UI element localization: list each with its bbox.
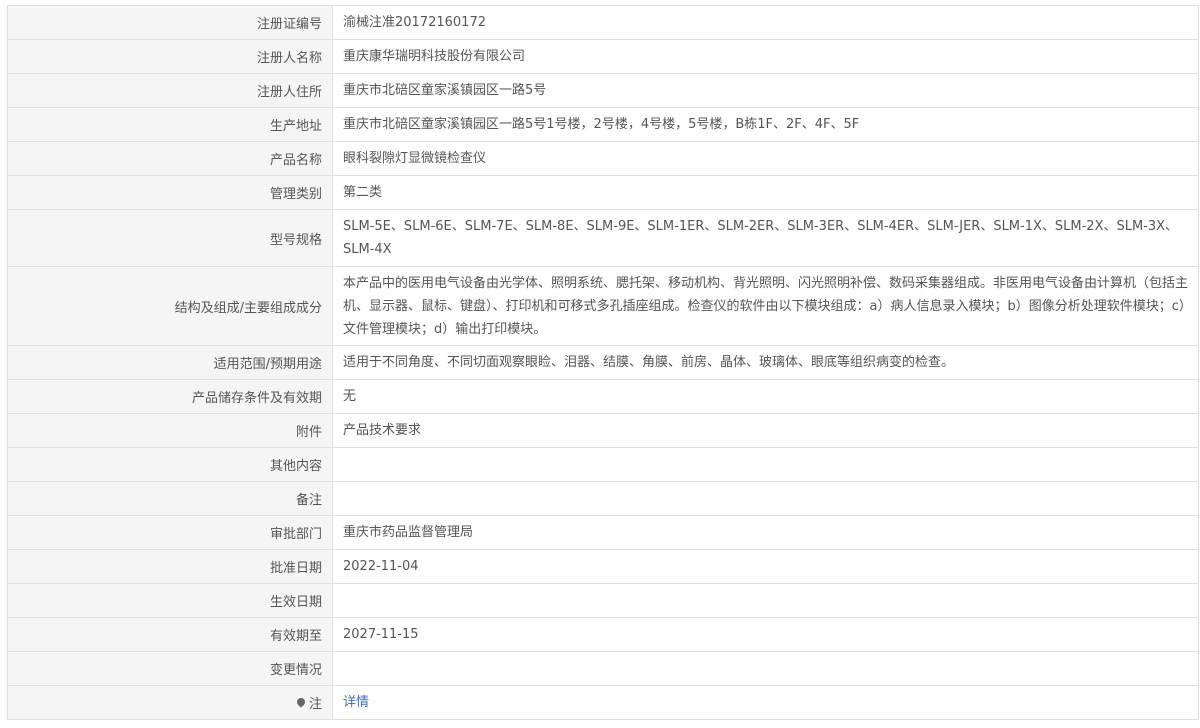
row-value: 本产品中的医用电气设备由光学体、照明系统、腮托架、移动机构、背光照明、闪光照明补… bbox=[333, 267, 1199, 345]
row-value: 2027-11-15 bbox=[333, 618, 1199, 651]
row-approval-department: 审批部门 重庆市药品监督管理局 bbox=[8, 516, 1199, 550]
row-value bbox=[333, 584, 1199, 617]
row-label: 批准日期 bbox=[8, 550, 333, 583]
details-link[interactable]: 详情 bbox=[343, 691, 369, 714]
row-label: 生产地址 bbox=[8, 108, 333, 141]
row-value bbox=[333, 448, 1199, 481]
note-label: 注 bbox=[308, 697, 322, 712]
row-remarks: 备注 bbox=[8, 482, 1199, 516]
row-label: 型号规格 bbox=[8, 210, 333, 266]
row-effective-date: 生效日期 bbox=[8, 584, 1199, 618]
row-other-content: 其他内容 bbox=[8, 448, 1199, 482]
row-value: SLM-5E、SLM-6E、SLM-7E、SLM-8E、SLM-9E、SLM-1… bbox=[333, 210, 1199, 266]
row-attachment: 附件 产品技术要求 bbox=[8, 414, 1199, 448]
row-note: 注 详情 bbox=[8, 686, 1199, 720]
row-label: 产品名称 bbox=[8, 142, 333, 175]
row-registration-number: 注册证编号 渝械注准20172160172 bbox=[8, 6, 1199, 40]
row-value bbox=[333, 482, 1199, 515]
row-label: 其他内容 bbox=[8, 448, 333, 481]
row-value: 渝械注准20172160172 bbox=[333, 6, 1199, 39]
row-label: 注册人名称 bbox=[8, 40, 333, 73]
row-value: 重庆市北碚区童家溪镇园区一路5号1号楼，2号楼，4号楼，5号楼，B栋1F、2F、… bbox=[333, 108, 1199, 141]
row-label: 适用范围/预期用途 bbox=[8, 346, 333, 379]
row-structure-composition: 结构及组成/主要组成成分 本产品中的医用电气设备由光学体、照明系统、腮托架、移动… bbox=[8, 267, 1199, 346]
row-label: 管理类别 bbox=[8, 176, 333, 209]
row-label: 结构及组成/主要组成成分 bbox=[8, 267, 333, 345]
row-management-category: 管理类别 第二类 bbox=[8, 176, 1199, 210]
row-change-history: 变更情况 bbox=[8, 652, 1199, 686]
row-label: 有效期至 bbox=[8, 618, 333, 651]
row-label: 变更情况 bbox=[8, 652, 333, 685]
row-value: 产品技术要求 bbox=[333, 414, 1199, 447]
row-label: 审批部门 bbox=[8, 516, 333, 549]
row-label: 备注 bbox=[8, 482, 333, 515]
row-storage-validity: 产品储存条件及有效期 无 bbox=[8, 380, 1199, 414]
row-value: 重庆康华瑞明科技股份有限公司 bbox=[333, 40, 1199, 73]
row-label: 注册人住所 bbox=[8, 74, 333, 107]
row-product-name: 产品名称 眼科裂隙灯显微镜检查仪 bbox=[8, 142, 1199, 176]
registration-info-table: 注册证编号 渝械注准20172160172 注册人名称 重庆康华瑞明科技股份有限… bbox=[7, 5, 1199, 720]
row-value: 适用于不同角度、不同切面观察眼睑、泪器、结膜、角膜、前房、晶体、玻璃体、眼底等组… bbox=[333, 346, 1199, 379]
row-value: 无 bbox=[333, 380, 1199, 413]
row-registrant-address: 注册人住所 重庆市北碚区童家溪镇园区一路5号 bbox=[8, 74, 1199, 108]
row-value: 详情 bbox=[333, 686, 1199, 719]
row-model-spec: 型号规格 SLM-5E、SLM-6E、SLM-7E、SLM-8E、SLM-9E、… bbox=[8, 210, 1199, 267]
row-label: 生效日期 bbox=[8, 584, 333, 617]
row-expiry-date: 有效期至 2027-11-15 bbox=[8, 618, 1199, 652]
row-value: 重庆市药品监督管理局 bbox=[333, 516, 1199, 549]
row-label: 注册证编号 bbox=[8, 6, 333, 39]
row-intended-use: 适用范围/预期用途 适用于不同角度、不同切面观察眼睑、泪器、结膜、角膜、前房、晶… bbox=[8, 346, 1199, 380]
lightbulb-icon bbox=[295, 695, 307, 708]
row-value: 重庆市北碚区童家溪镇园区一路5号 bbox=[333, 74, 1199, 107]
row-value bbox=[333, 652, 1199, 685]
row-registrant-name: 注册人名称 重庆康华瑞明科技股份有限公司 bbox=[8, 40, 1199, 74]
row-label: 附件 bbox=[8, 414, 333, 447]
row-label: 产品储存条件及有效期 bbox=[8, 380, 333, 413]
row-value: 第二类 bbox=[333, 176, 1199, 209]
row-value: 眼科裂隙灯显微镜检查仪 bbox=[333, 142, 1199, 175]
row-label: 注 bbox=[8, 686, 333, 719]
row-approval-date: 批准日期 2022-11-04 bbox=[8, 550, 1199, 584]
row-production-address: 生产地址 重庆市北碚区童家溪镇园区一路5号1号楼，2号楼，4号楼，5号楼，B栋1… bbox=[8, 108, 1199, 142]
row-value: 2022-11-04 bbox=[333, 550, 1199, 583]
